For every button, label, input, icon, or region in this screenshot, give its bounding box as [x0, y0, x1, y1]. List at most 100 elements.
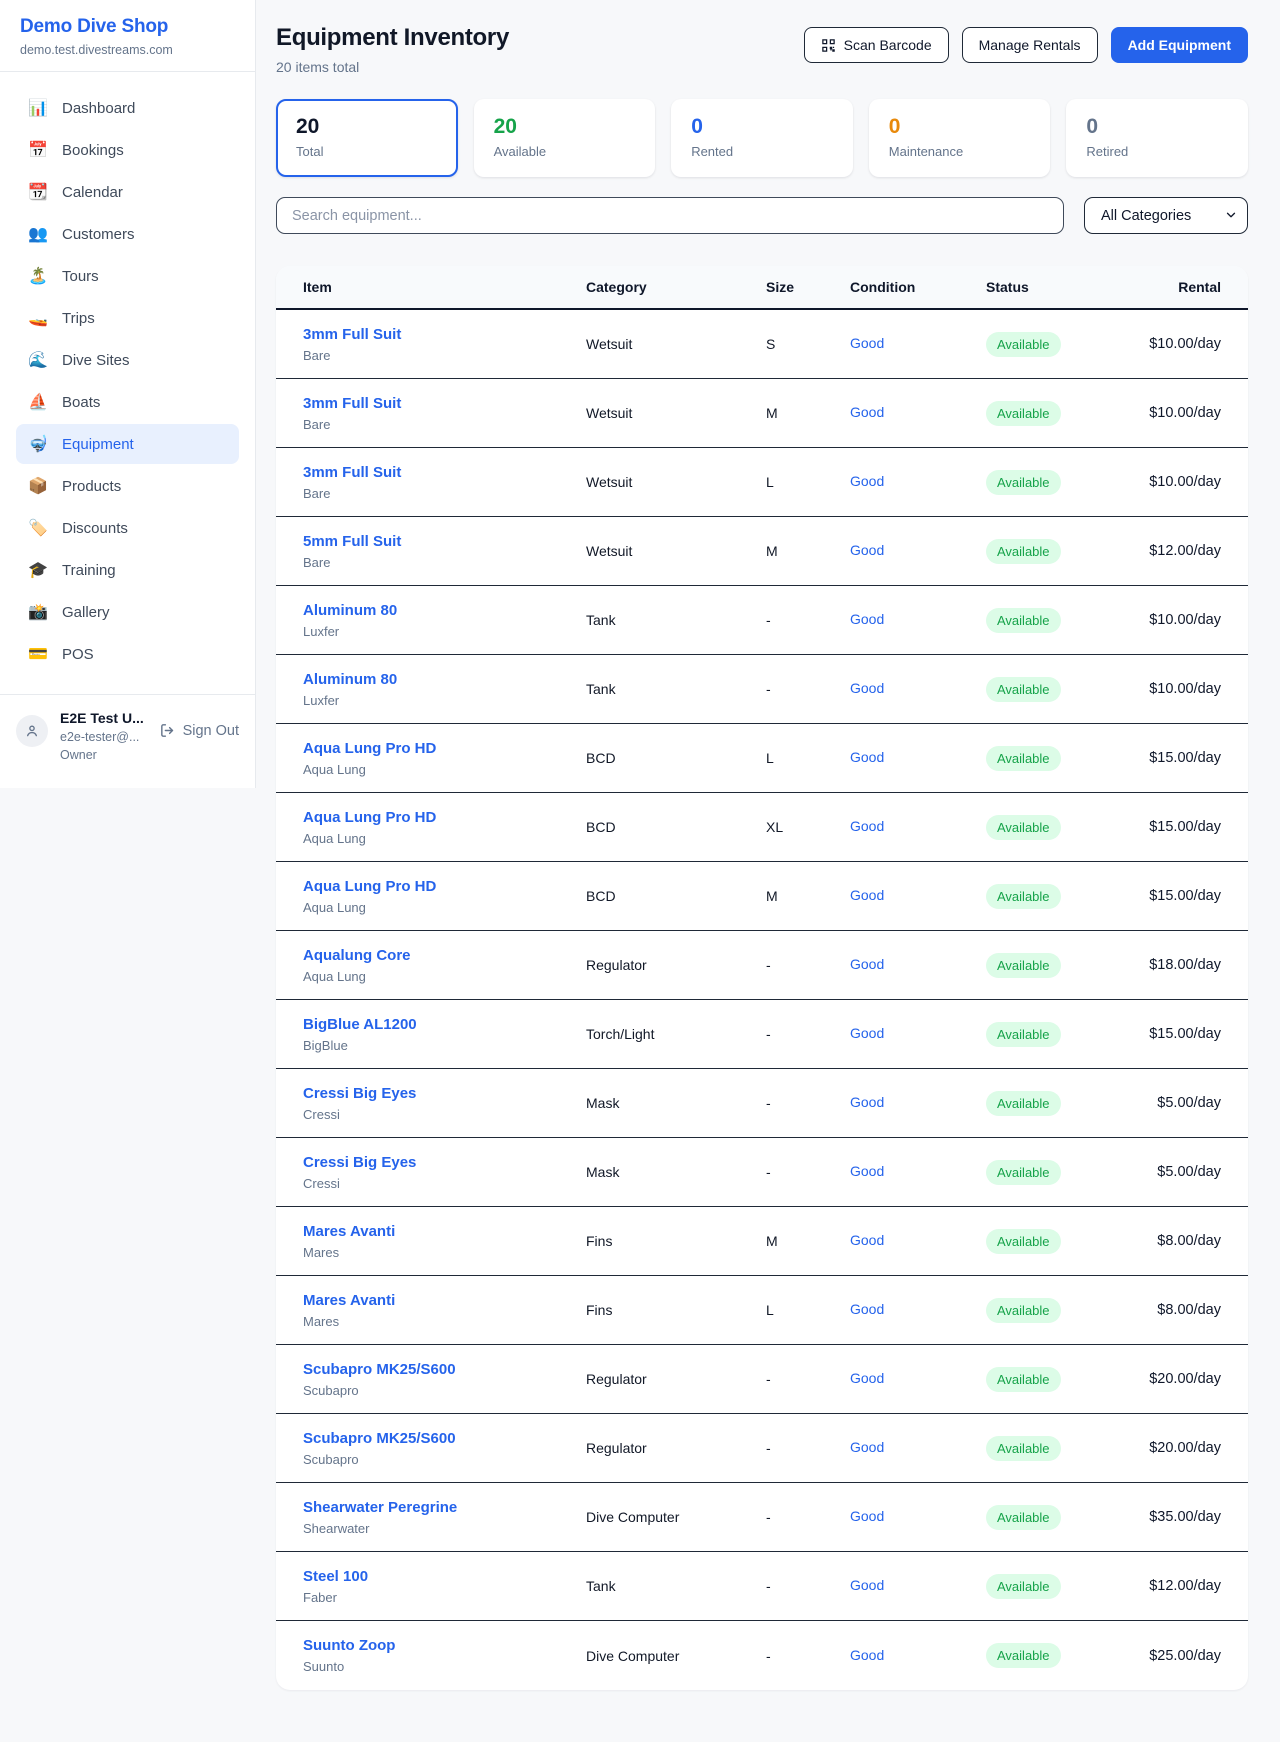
table-row: Cressi Big Eyes Cressi Mask - Good Avail… — [276, 1069, 1248, 1138]
sidebar-item-boats[interactable]: ⛵ Boats — [16, 382, 239, 422]
item-brand: Shearwater — [303, 1521, 578, 1536]
condition-link[interactable]: Good — [850, 1163, 884, 1179]
item-link[interactable]: Aluminum 80 — [303, 671, 397, 688]
sidebar-item-equipment[interactable]: 🤿 Equipment — [16, 424, 239, 464]
search-input[interactable] — [276, 197, 1064, 234]
item-rate: $8.00/day — [1102, 1233, 1248, 1249]
item-size: L — [766, 750, 850, 766]
condition-link[interactable]: Good — [850, 680, 884, 696]
scan-barcode-button[interactable]: Scan Barcode — [804, 27, 949, 63]
status-badge: Available — [986, 815, 1061, 840]
condition-link[interactable]: Good — [850, 818, 884, 834]
sidebar-item-discounts[interactable]: 🏷️ Discounts — [16, 508, 239, 548]
stat-card-rented[interactable]: 0 Rented — [671, 99, 853, 177]
sidebar-item-label: Trips — [62, 310, 95, 327]
sidebar-item-pos[interactable]: 💳 POS — [16, 634, 239, 674]
item-link[interactable]: 5mm Full Suit — [303, 533, 401, 550]
column-header-category: Category — [586, 279, 766, 295]
item-link[interactable]: Aqua Lung Pro HD — [303, 740, 436, 757]
sidebar-item-label: Dive Sites — [62, 352, 130, 369]
condition-link[interactable]: Good — [850, 1232, 884, 1248]
condition-link[interactable]: Good — [850, 1647, 884, 1663]
status-badge: Available — [986, 470, 1061, 495]
item-category: Regulator — [586, 1371, 766, 1387]
item-link[interactable]: Scubapro MK25/S600 — [303, 1430, 456, 1447]
sidebar-item-trips[interactable]: 🚤 Trips — [16, 298, 239, 338]
table-row: Aluminum 80 Luxfer Tank - Good Available… — [276, 586, 1248, 655]
calendar-icon: 📆 — [28, 182, 48, 202]
manage-rentals-button[interactable]: Manage Rentals — [962, 27, 1098, 63]
sidebar-item-bookings[interactable]: 📅 Bookings — [16, 130, 239, 170]
item-link[interactable]: Shearwater Peregrine — [303, 1499, 457, 1516]
item-link[interactable]: BigBlue AL1200 — [303, 1016, 417, 1033]
item-link[interactable]: 3mm Full Suit — [303, 464, 401, 481]
item-link[interactable]: 3mm Full Suit — [303, 326, 401, 343]
item-link[interactable]: Cressi Big Eyes — [303, 1154, 416, 1171]
add-equipment-button[interactable]: Add Equipment — [1111, 27, 1248, 63]
stat-card-retired[interactable]: 0 Retired — [1066, 99, 1248, 177]
condition-link[interactable]: Good — [850, 542, 884, 558]
item-link[interactable]: Aluminum 80 — [303, 602, 397, 619]
item-category: BCD — [586, 750, 766, 766]
category-select[interactable]: All Categories — [1084, 197, 1248, 234]
item-rate: $18.00/day — [1102, 957, 1248, 973]
discounts-icon: 🏷️ — [28, 518, 48, 538]
condition-link[interactable]: Good — [850, 956, 884, 972]
table-row: Suunto Zoop Suunto Dive Computer - Good … — [276, 1621, 1248, 1690]
item-link[interactable]: Scubapro MK25/S600 — [303, 1361, 456, 1378]
item-size: - — [766, 612, 850, 628]
item-link[interactable]: Aqualung Core — [303, 947, 411, 964]
stat-value: 20 — [296, 115, 438, 139]
item-link[interactable]: Aqua Lung Pro HD — [303, 809, 436, 826]
condition-link[interactable]: Good — [850, 887, 884, 903]
sidebar-item-calendar[interactable]: 📆 Calendar — [16, 172, 239, 212]
condition-link[interactable]: Good — [850, 1025, 884, 1041]
condition-link[interactable]: Good — [850, 1508, 884, 1524]
person-icon — [24, 723, 40, 739]
stat-card-total[interactable]: 20 Total — [276, 99, 458, 177]
table-row: Aqua Lung Pro HD Aqua Lung BCD M Good Av… — [276, 862, 1248, 931]
item-rate: $10.00/day — [1102, 474, 1248, 490]
page-header: Equipment Inventory 20 items total Scan … — [276, 24, 1248, 75]
item-category: Fins — [586, 1233, 766, 1249]
sidebar-item-dive-sites[interactable]: 🌊 Dive Sites — [16, 340, 239, 380]
item-category: BCD — [586, 888, 766, 904]
stat-card-maintenance[interactable]: 0 Maintenance — [869, 99, 1051, 177]
condition-link[interactable]: Good — [850, 404, 884, 420]
sidebar-item-label: Training — [62, 562, 116, 579]
stat-value: 0 — [1086, 115, 1228, 139]
sidebar-item-customers[interactable]: 👥 Customers — [16, 214, 239, 254]
condition-link[interactable]: Good — [850, 1577, 884, 1593]
item-brand: Aqua Lung — [303, 831, 578, 846]
item-link[interactable]: Mares Avanti — [303, 1292, 395, 1309]
item-link[interactable]: Mares Avanti — [303, 1223, 395, 1240]
condition-link[interactable]: Good — [850, 1301, 884, 1317]
sidebar-item-tours[interactable]: 🏝️ Tours — [16, 256, 239, 296]
sidebar-item-training[interactable]: 🎓 Training — [16, 550, 239, 590]
item-link[interactable]: 3mm Full Suit — [303, 395, 401, 412]
category-select-wrap: All Categories — [1084, 197, 1248, 234]
condition-link[interactable]: Good — [850, 1370, 884, 1386]
condition-link[interactable]: Good — [850, 1094, 884, 1110]
sidebar-item-dashboard[interactable]: 📊 Dashboard — [16, 88, 239, 128]
condition-link[interactable]: Good — [850, 749, 884, 765]
item-link[interactable]: Aqua Lung Pro HD — [303, 878, 436, 895]
item-link[interactable]: Cressi Big Eyes — [303, 1085, 416, 1102]
sidebar-item-gallery[interactable]: 📸 Gallery — [16, 592, 239, 632]
brand-title[interactable]: Demo Dive Shop — [20, 16, 235, 38]
item-brand: Cressi — [303, 1176, 578, 1191]
sign-out-button[interactable]: Sign Out — [159, 722, 239, 739]
table-row: Mares Avanti Mares Fins M Good Available… — [276, 1207, 1248, 1276]
condition-link[interactable]: Good — [850, 335, 884, 351]
condition-link[interactable]: Good — [850, 1439, 884, 1455]
stat-card-available[interactable]: 20 Available — [474, 99, 656, 177]
condition-link[interactable]: Good — [850, 473, 884, 489]
sidebar-item-products[interactable]: 📦 Products — [16, 466, 239, 506]
condition-link[interactable]: Good — [850, 611, 884, 627]
item-rate: $10.00/day — [1102, 405, 1248, 421]
item-brand: Bare — [303, 348, 578, 363]
item-link[interactable]: Suunto Zoop — [303, 1637, 395, 1654]
item-size: S — [766, 336, 850, 352]
item-link[interactable]: Steel 100 — [303, 1568, 368, 1585]
item-rate: $8.00/day — [1102, 1302, 1248, 1318]
